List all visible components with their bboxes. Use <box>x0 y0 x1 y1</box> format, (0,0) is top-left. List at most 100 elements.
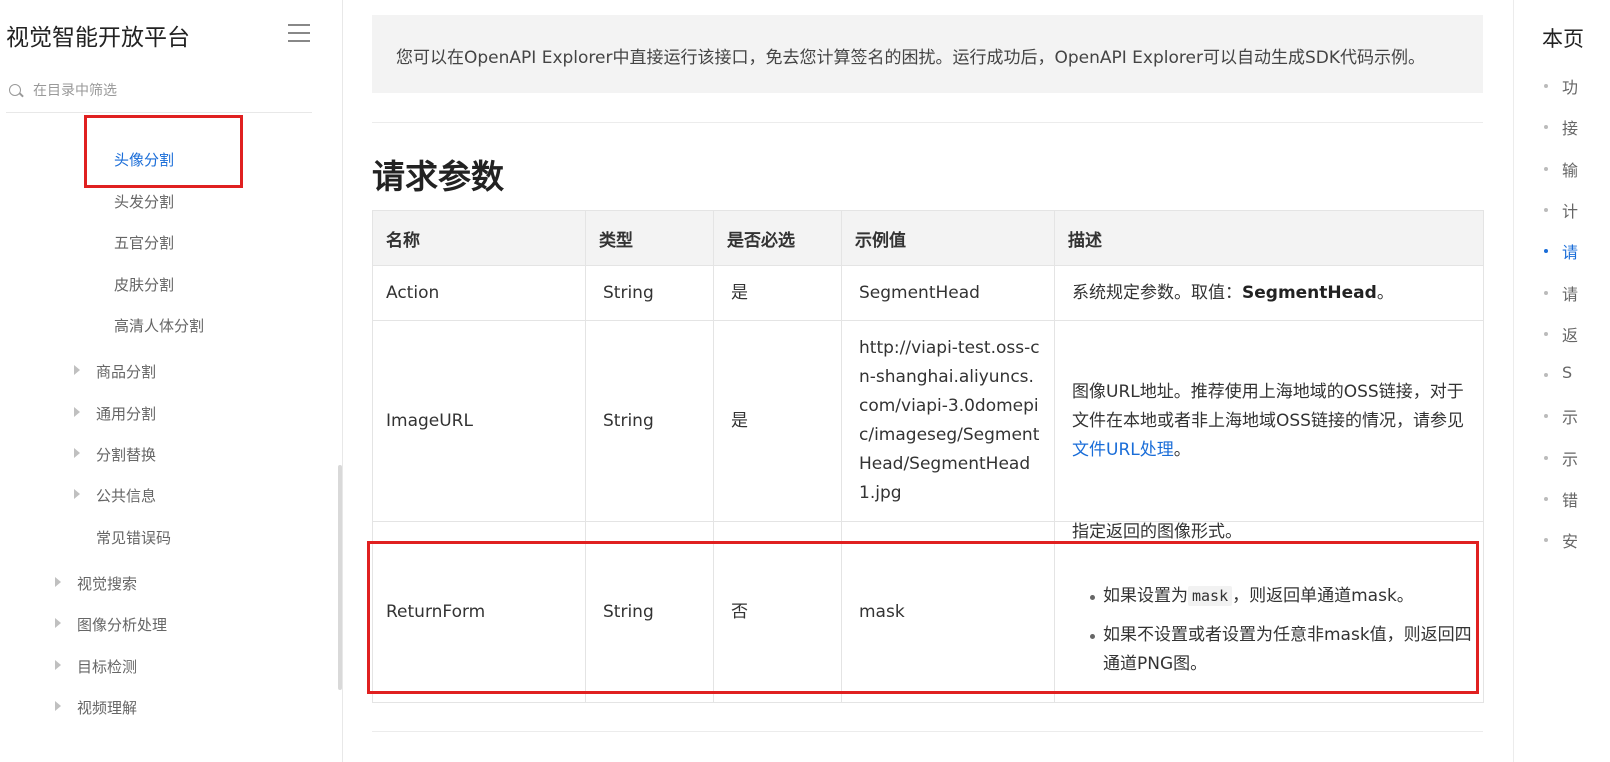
filter-input[interactable] <box>33 80 303 102</box>
param-type: String <box>585 320 714 522</box>
sidebar-item-goods-segment[interactable]: 商品分割 <box>74 361 157 382</box>
toc-bullet-icon <box>1544 207 1548 212</box>
sidebar-scrollbar[interactable] <box>338 465 342 690</box>
search-icon <box>9 84 21 96</box>
toc-item[interactable]: S <box>1562 363 1572 382</box>
toc-bullet-icon <box>1544 84 1548 88</box>
page-toc: 本页 功接输计请请返S 示示错安 <box>1513 0 1610 762</box>
expand-triangle-icon <box>74 489 80 499</box>
param-example: mask <box>841 521 1055 703</box>
toc-item[interactable]: 接 <box>1562 115 1578 139</box>
sidebar-item-label: 通用分割 <box>96 405 157 423</box>
toc-bullet-icon <box>1544 331 1548 336</box>
bullet-text: ，则返回单通道mask。 <box>1232 586 1414 606</box>
column-header: 描述 <box>1054 210 1484 266</box>
sidebar-item-label: 视频理解 <box>77 699 138 717</box>
sidebar-item-label: 视觉搜索 <box>77 575 138 593</box>
sidebar-item-label: 商品分割 <box>96 363 157 381</box>
toc-item[interactable]: 返 <box>1562 322 1578 346</box>
param-name: ImageURL <box>372 320 586 522</box>
expand-triangle-icon <box>55 701 61 711</box>
description-text: 。 <box>1376 282 1394 303</box>
sidebar-item-segment-hair[interactable]: 头发分割 <box>114 191 174 212</box>
description-list: 如果设置为 mask ，则返回单通道mask。 如果不设置或者设置为任意非mask值… <box>1090 582 1480 689</box>
params-table: 名称 类型 是否必选 示例值 描述 Action String 是 Segmen… <box>372 210 1484 703</box>
section-title: 请求参数 <box>372 157 504 196</box>
sidebar-item-segment-hd-body[interactable]: 高清人体分割 <box>114 315 204 336</box>
param-example: SegmentHead <box>841 265 1055 321</box>
file-url-link[interactable]: 文件URL处理 <box>1072 440 1174 460</box>
info-text: 您可以在OpenAPI Explorer中直接运行该接口，免去您计算签名的困扰。… <box>396 48 1425 68</box>
description-content: 指定返回的图像形式。 如果设置为 mask ，则返回单通道mask。 如果不设置或者… <box>1072 522 1483 701</box>
expand-triangle-icon <box>74 407 80 417</box>
param-required: 否 <box>713 521 842 703</box>
param-name: ReturnForm <box>372 521 586 703</box>
sidebar-item-label: 目标检测 <box>77 658 138 676</box>
sidebar-item-segment-skin[interactable]: 皮肤分割 <box>114 274 174 295</box>
toc-item[interactable]: 示 <box>1562 446 1578 470</box>
menu-toggle-icon[interactable] <box>288 24 310 44</box>
description-text: 指定返回的图像形式。 <box>1072 522 1242 542</box>
param-type: String <box>585 265 714 321</box>
toc-bullet-icon <box>1544 166 1548 171</box>
toc-item[interactable]: 功 <box>1562 74 1578 98</box>
param-description: 指定返回的图像形式。 如果设置为 mask ，则返回单通道mask。 如果不设置或者… <box>1054 521 1484 703</box>
sidebar-item-common-segment[interactable]: 通用分割 <box>74 403 157 424</box>
table-row: ImageURL String 是 http://viapi-test.oss-… <box>372 320 1484 522</box>
param-type: String <box>585 521 714 703</box>
toc-item[interactable]: 输 <box>1562 157 1578 181</box>
description-text: 。 <box>1173 439 1191 460</box>
sidebar-item-visual-search[interactable]: 视觉搜索 <box>55 573 138 594</box>
param-description: 图像URL地址。推荐使用上海地域的OSS链接，对于文件在本地或者非上海地域OSS… <box>1054 320 1484 522</box>
expand-triangle-icon <box>55 660 61 670</box>
toc-item[interactable]: 错 <box>1562 487 1578 511</box>
toc-bullet-icon <box>1544 455 1548 460</box>
toc-bullet-icon <box>1544 290 1548 295</box>
divider <box>372 731 1483 732</box>
sidebar: 视觉智能开放平台 头像分割 头发分割 五官分割 皮肤分割 高清人体分割 商品分割… <box>0 0 343 762</box>
expand-triangle-icon <box>55 618 61 628</box>
main-content: 您可以在OpenAPI Explorer中直接运行该接口，免去您计算签名的困扰。… <box>343 0 1513 762</box>
param-example: http://viapi-test.oss-cn-shanghai.aliyun… <box>841 320 1055 522</box>
expand-triangle-icon <box>74 365 80 375</box>
sidebar-item-public-info[interactable]: 公共信息 <box>74 485 157 506</box>
description-value: SegmentHead <box>1242 282 1377 303</box>
sidebar-item-segment-replace[interactable]: 分割替换 <box>74 444 157 465</box>
sidebar-title: 视觉智能开放平台 <box>6 25 190 51</box>
toc-item[interactable]: 请 <box>1562 281 1578 305</box>
sidebar-item-label: 图像分析处理 <box>77 616 168 634</box>
toc-bullet-icon <box>1544 125 1548 130</box>
toc-item[interactable]: 计 <box>1562 198 1578 222</box>
sidebar-item-label: 公共信息 <box>96 487 157 505</box>
column-header: 类型 <box>585 210 714 266</box>
table-header-row: 名称 类型 是否必选 示例值 描述 <box>372 210 1484 266</box>
column-header: 名称 <box>372 210 586 266</box>
sidebar-item-segment-head[interactable]: 头像分割 <box>114 149 174 170</box>
toc-item[interactable]: 安 <box>1562 528 1578 552</box>
expand-triangle-icon <box>74 448 80 458</box>
sidebar-item-label: 分割替换 <box>96 446 157 464</box>
toc-item[interactable]: 请 <box>1562 239 1578 263</box>
toc-bullet-icon <box>1544 414 1548 419</box>
sidebar-item-object-detection[interactable]: 目标检测 <box>55 656 138 677</box>
expand-triangle-icon <box>55 577 61 587</box>
inline-code: mask <box>1188 586 1233 606</box>
toc-item[interactable]: 示 <box>1562 404 1578 428</box>
list-item: 如果设置为 mask ，则返回单通道mask。 <box>1090 582 1480 611</box>
description-text: 图像URL地址。推荐使用上海地域的OSS链接，对于文件在本地或者非上海地域OSS… <box>1072 381 1464 431</box>
param-required: 是 <box>713 320 842 522</box>
column-header: 示例值 <box>841 210 1055 266</box>
list-item: 如果不设置或者设置为任意非mask值，则返回四通道PNG图。 <box>1090 621 1480 679</box>
sidebar-filter <box>6 78 312 113</box>
toc-bullet-icon <box>1544 497 1548 501</box>
sidebar-item-video-understanding[interactable]: 视频理解 <box>55 697 138 718</box>
description-text: 系统规定参数。取值： <box>1072 282 1242 303</box>
sidebar-item-segment-face[interactable]: 五官分割 <box>114 232 174 253</box>
info-box: 您可以在OpenAPI Explorer中直接运行该接口，免去您计算签名的困扰。… <box>372 15 1483 93</box>
divider <box>372 122 1483 123</box>
toc-title: 本页 <box>1542 27 1584 51</box>
toc-bullet-icon <box>1544 373 1548 378</box>
table-row: ReturnForm String 否 mask 指定返回的图像形式。 如果设置… <box>372 521 1484 703</box>
sidebar-item-image-analysis[interactable]: 图像分析处理 <box>55 614 168 635</box>
sidebar-item-error-codes[interactable]: 常见错误码 <box>96 527 171 548</box>
